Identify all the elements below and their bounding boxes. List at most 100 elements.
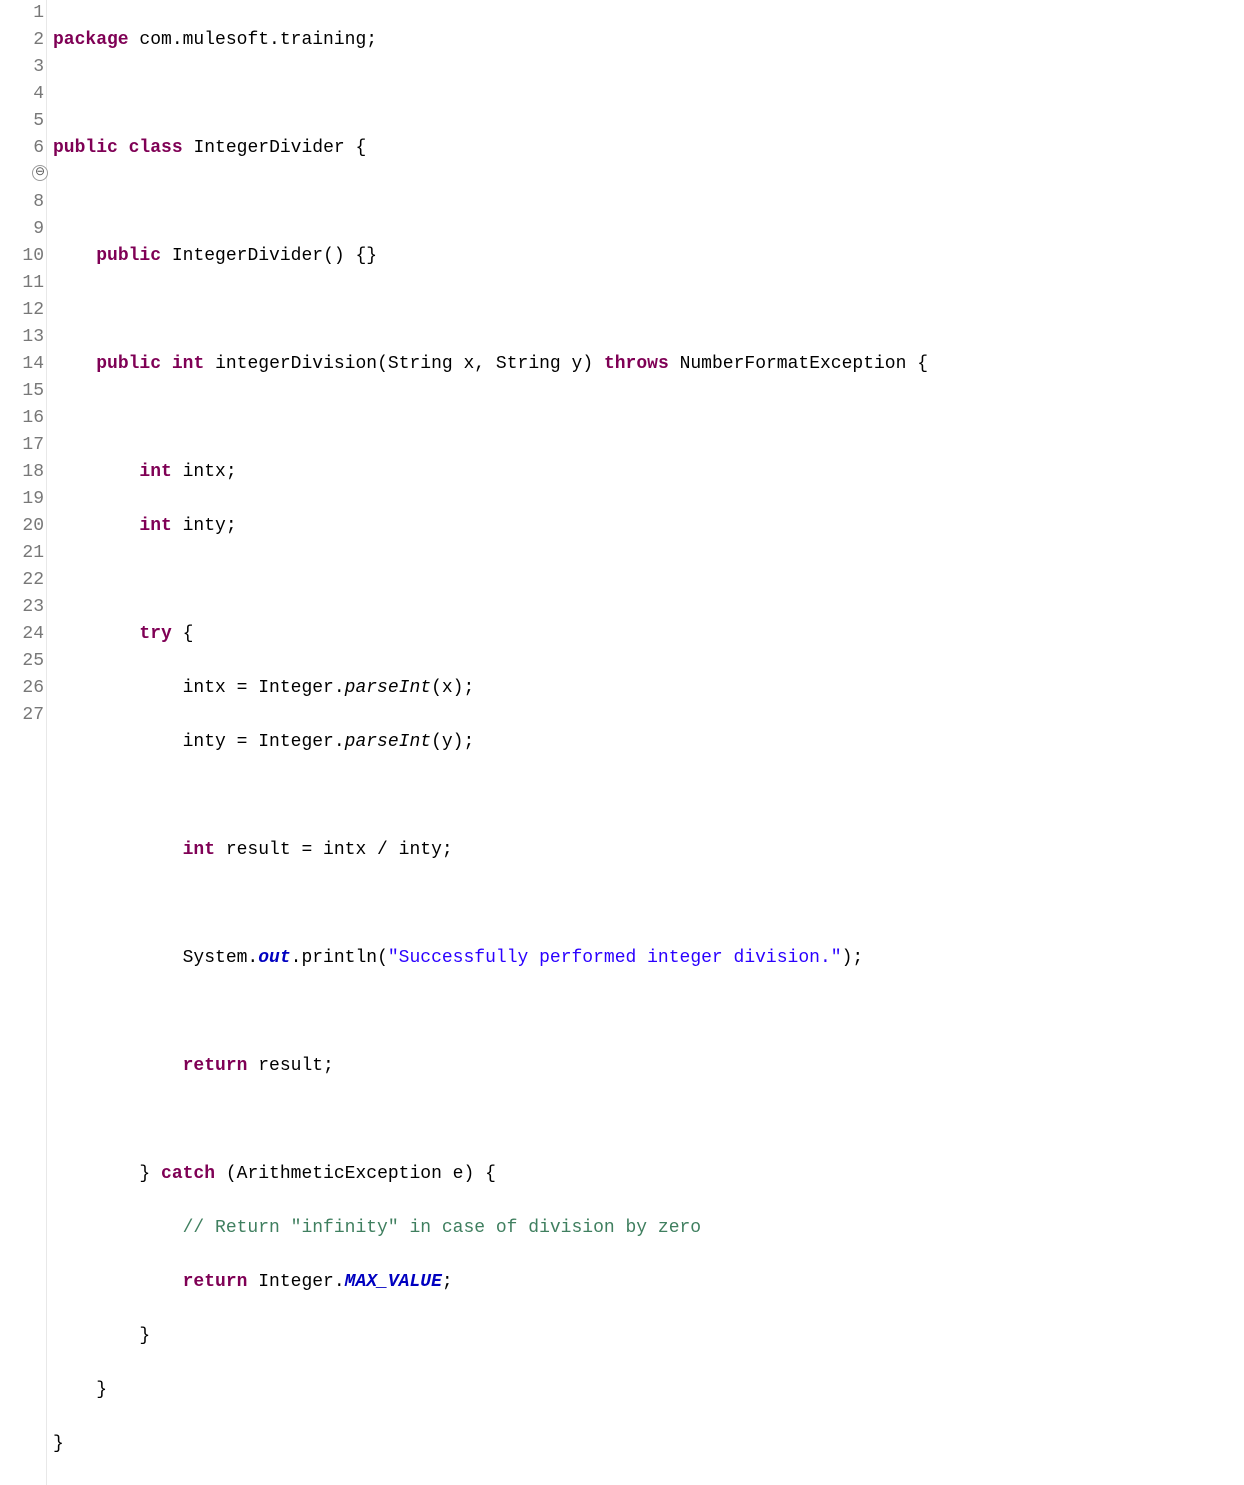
string-literal: "Successfully performed integer division… [388, 948, 842, 968]
code-line[interactable]: System.out.println("Successfully perform… [53, 945, 928, 972]
code-line[interactable] [53, 297, 928, 324]
println: .println( [291, 948, 388, 968]
code-line[interactable] [53, 999, 928, 1026]
code-editor-area[interactable]: package com.mulesoft.training; public cl… [47, 0, 928, 1485]
keyword-int: int [139, 516, 171, 536]
indent [53, 1326, 139, 1346]
line-number: 2 [0, 27, 46, 54]
fold-collapse-icon[interactable]: ⊖ [32, 165, 48, 181]
indent [53, 462, 139, 482]
indent [53, 1380, 96, 1400]
line-number: 16 [0, 405, 46, 432]
integer-ref: Integer. [247, 1272, 344, 1292]
code-line[interactable]: intx = Integer.parseInt(x); [53, 675, 928, 702]
keyword-public: public [96, 354, 161, 374]
indent [53, 516, 139, 536]
line-number: 23 [0, 594, 46, 621]
return-result: result; [247, 1056, 333, 1076]
code-line[interactable] [53, 783, 928, 810]
line-number: 22 [0, 567, 46, 594]
space [161, 354, 172, 374]
call-args: (y); [431, 732, 474, 752]
line-number: 24 [0, 621, 46, 648]
code-line[interactable]: package com.mulesoft.training; [53, 27, 928, 54]
space [204, 354, 215, 374]
line-number: 15 [0, 378, 46, 405]
result-decl: result = intx / inty; [215, 840, 453, 860]
keyword-class: class [129, 138, 183, 158]
indent [53, 1164, 139, 1184]
method-name: integerDivision [215, 354, 377, 374]
indent [53, 354, 96, 374]
line-number: 27 [0, 702, 46, 729]
code-line[interactable]: } [53, 1323, 928, 1350]
code-line[interactable]: return Integer.MAX_VALUE; [53, 1269, 928, 1296]
keyword-public: public [53, 138, 118, 158]
keyword-try: try [139, 624, 171, 644]
code-line[interactable]: public int integerDivision(String x, Str… [53, 351, 928, 378]
static-method-parseint: parseInt [345, 732, 431, 752]
call-args: (x); [431, 678, 474, 698]
code-line[interactable] [53, 567, 928, 594]
code-line[interactable] [53, 1107, 928, 1134]
line-number-gutter: 1 2 3 4 5 6 7 8 9 10 11 12 13 14 15 16 1… [0, 0, 47, 1485]
indent [53, 732, 183, 752]
code-line[interactable] [53, 405, 928, 432]
line-number: 12 [0, 297, 46, 324]
package-name: com.mulesoft.training; [129, 30, 377, 50]
keyword-public: public [96, 246, 161, 266]
brace-open: { [906, 354, 928, 374]
indent [53, 1056, 183, 1076]
space [118, 138, 129, 158]
indent [53, 948, 183, 968]
var-inty: inty; [172, 516, 237, 536]
line-number: 14 [0, 351, 46, 378]
comment: // Return "infinity" in case of division… [183, 1218, 701, 1238]
code-line[interactable]: inty = Integer.parseInt(y); [53, 729, 928, 756]
params: (String x, String y) [377, 354, 593, 374]
code-line[interactable]: } [53, 1431, 928, 1458]
keyword-int: int [183, 840, 215, 860]
code-line[interactable]: return result; [53, 1053, 928, 1080]
assign-intx: intx = Integer. [183, 678, 345, 698]
code-line[interactable]: try { [53, 621, 928, 648]
catch-signature: (ArithmeticException e) { [215, 1164, 496, 1184]
keyword-int: int [172, 354, 204, 374]
line-number: 13 [0, 324, 46, 351]
code-line[interactable]: public IntegerDivider() {} [53, 243, 928, 270]
line-number: 20 [0, 513, 46, 540]
code-line[interactable]: public class IntegerDivider { [53, 135, 928, 162]
code-line[interactable]: } [53, 1377, 928, 1404]
println-end: ); [842, 948, 864, 968]
brace-close: } [53, 1434, 64, 1454]
indent [53, 1218, 183, 1238]
line-number: 3 [0, 54, 46, 81]
system-ref: System. [183, 948, 259, 968]
line-number: 1 [0, 0, 46, 27]
code-line[interactable] [53, 189, 928, 216]
keyword-package: package [53, 30, 129, 50]
code-line[interactable]: int result = intx / inty; [53, 837, 928, 864]
assign-inty: inty = Integer. [183, 732, 345, 752]
keyword-catch: catch [161, 1164, 215, 1184]
keyword-return: return [183, 1056, 248, 1076]
line-number: 19 [0, 486, 46, 513]
code-line[interactable] [53, 81, 928, 108]
line-number: 6 [0, 135, 46, 162]
line-number: 8 [0, 189, 46, 216]
code-line[interactable]: } catch (ArithmeticException e) { [53, 1161, 928, 1188]
line-number: 11 [0, 270, 46, 297]
brace-open: { [172, 624, 194, 644]
brace-close: } [139, 1164, 161, 1184]
code-line[interactable]: int intx; [53, 459, 928, 486]
code-line[interactable]: // Return "infinity" in case of division… [53, 1215, 928, 1242]
brace-close: } [139, 1326, 150, 1346]
code-line[interactable]: int inty; [53, 513, 928, 540]
line-number: 21 [0, 540, 46, 567]
code-line[interactable] [53, 891, 928, 918]
keyword-throws: throws [604, 354, 669, 374]
indent [53, 1272, 183, 1292]
keyword-return: return [183, 1272, 248, 1292]
space [593, 354, 604, 374]
line-number: 10 [0, 243, 46, 270]
